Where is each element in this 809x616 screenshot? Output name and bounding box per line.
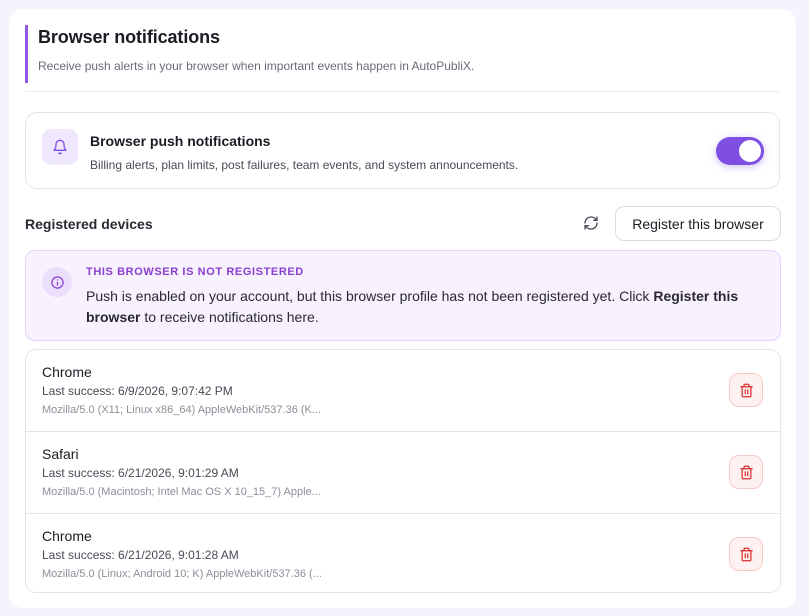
device-row: Safari Last success: 6/21/2026, 9:01:29 …: [26, 432, 780, 514]
device-row: Chrome Last success: 6/9/2026, 9:07:42 P…: [26, 350, 780, 432]
section-subtitle: Receive push alerts in your browser when…: [38, 59, 475, 73]
device-user-agent: Mozilla/5.0 (X11; Linux x86_64) AppleWeb…: [42, 404, 322, 416]
delete-device-button[interactable]: [729, 537, 763, 571]
notice-body-suffix: to receive notifications here.: [140, 309, 319, 325]
device-name: Safari: [42, 446, 79, 462]
device-last-success: Last success: 6/21/2026, 9:01:28 AM: [42, 548, 239, 562]
device-user-agent: Mozilla/5.0 (Linux; Android 10; K) Apple…: [42, 568, 322, 580]
delete-device-button[interactable]: [729, 373, 763, 407]
push-notifications-card: Browser push notifications Billing alert…: [25, 112, 780, 189]
push-toggle[interactable]: [716, 137, 764, 165]
trash-icon: [739, 465, 753, 479]
divider: [25, 91, 780, 92]
device-row: Chrome Last success: 6/21/2026, 9:01:28 …: [26, 514, 780, 592]
info-icon: [42, 267, 72, 297]
device-last-success: Last success: 6/9/2026, 9:07:42 PM: [42, 384, 233, 398]
delete-device-button[interactable]: [729, 455, 763, 489]
section-title: Browser notifications: [38, 27, 220, 47]
trash-icon: [739, 383, 753, 397]
toggle-knob: [739, 140, 761, 162]
notice-body: Push is enabled on your account, but thi…: [86, 286, 766, 328]
trash-icon: [739, 547, 753, 561]
push-title: Browser push notifications: [90, 133, 271, 149]
device-name: Chrome: [42, 364, 92, 380]
notice-body-prefix: Push is enabled on your account, but thi…: [86, 288, 654, 304]
not-registered-notice: THIS BROWSER IS NOT REGISTERED Push is e…: [25, 250, 781, 341]
refresh-icon[interactable]: [579, 211, 603, 235]
push-description: Billing alerts, plan limits, post failur…: [90, 158, 519, 172]
device-user-agent: Mozilla/5.0 (Macintosh; Intel Mac OS X 1…: [42, 486, 321, 498]
device-name: Chrome: [42, 528, 92, 544]
notice-title: THIS BROWSER IS NOT REGISTERED: [86, 266, 304, 278]
register-browser-button[interactable]: Register this browser: [615, 206, 781, 241]
settings-panel: Browser notifications Receive push alert…: [9, 9, 796, 608]
registered-devices-title: Registered devices: [25, 216, 153, 232]
device-list: Chrome Last success: 6/9/2026, 9:07:42 P…: [25, 349, 781, 593]
bell-icon: [42, 129, 78, 165]
section-header: Browser notifications Receive push alert…: [25, 25, 765, 83]
device-last-success: Last success: 6/21/2026, 9:01:29 AM: [42, 466, 239, 480]
